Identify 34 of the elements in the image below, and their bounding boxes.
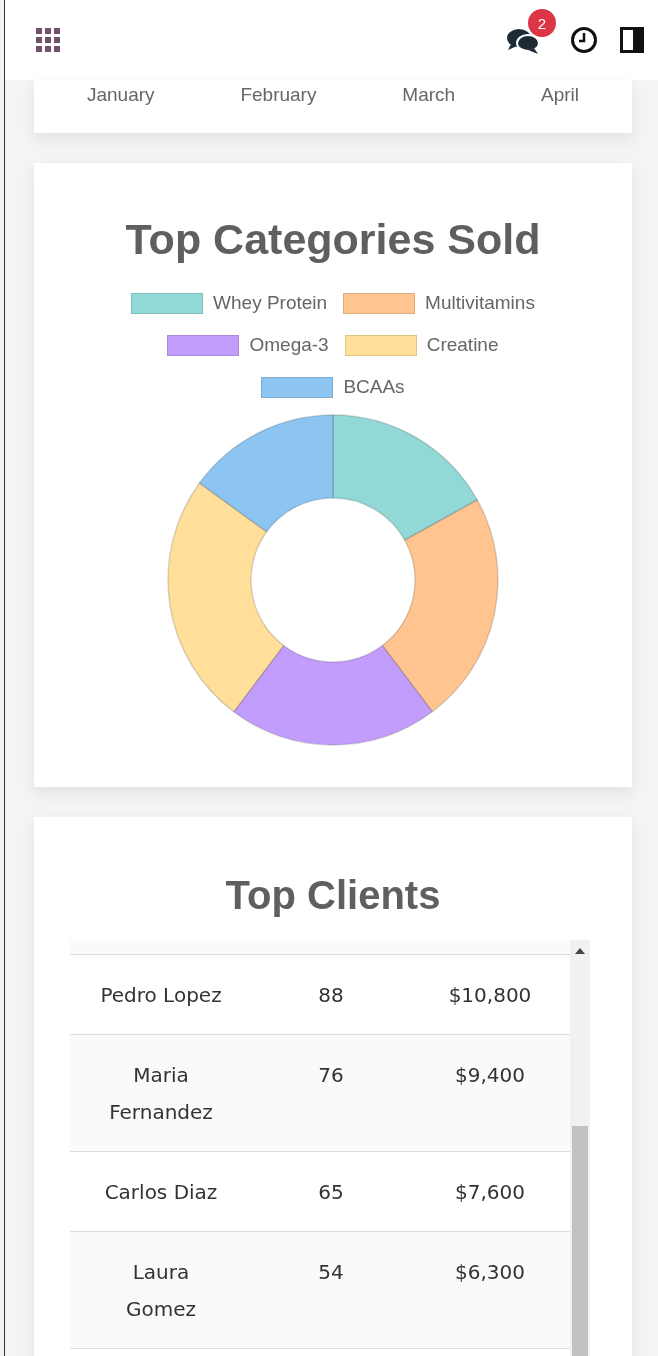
table-cell-text: $10,800 [447,982,533,1009]
table-cell-text: 65 [317,1179,345,1206]
month-label: March [402,83,456,107]
table-cell-text: Maria Fernandez [108,1062,214,1126]
table-cell-text: Laura Gomez [125,1259,197,1323]
table-cell-text: Carlos Diaz [103,1179,219,1206]
card-title: Top Clients [224,873,442,918]
notification-badge: 2 [528,9,556,37]
legend-label[interactable]: Creatine [426,334,499,356]
table-cell-text: 54 [317,1259,345,1286]
table-cell-text: Pedro Lopez [99,982,223,1009]
legend-label[interactable]: Whey Protein [213,292,328,314]
table-cell-text: $7,600 [454,1179,526,1206]
month-label: February [240,83,317,107]
legend-swatch[interactable] [343,292,416,314]
table-cell-text: $6,300 [454,1259,526,1286]
apps-menu-icon[interactable] [35,27,61,53]
legend-label[interactable]: BCAAs [343,376,405,398]
legend-swatch[interactable] [167,334,240,356]
scroll-up-icon[interactable] [575,948,585,954]
table-cell-text: 88 [317,982,345,1009]
legend-label[interactable]: Multivitamins [425,292,535,314]
month-label: January [86,83,155,107]
card-title: Top Categories Sold [125,215,541,264]
legend-label[interactable]: Omega-3 [249,334,329,356]
legend-swatch[interactable] [261,376,334,398]
table-cell-text: 76 [317,1062,345,1089]
clock-icon[interactable] [570,26,598,54]
scrollbar-thumb[interactable] [572,1126,588,1356]
scrollbar[interactable] [570,940,590,1356]
month-label: April [541,83,579,107]
side-panel-icon[interactable] [620,27,644,53]
table-cell-text: $9,400 [454,1062,526,1089]
legend-swatch[interactable] [131,292,204,314]
